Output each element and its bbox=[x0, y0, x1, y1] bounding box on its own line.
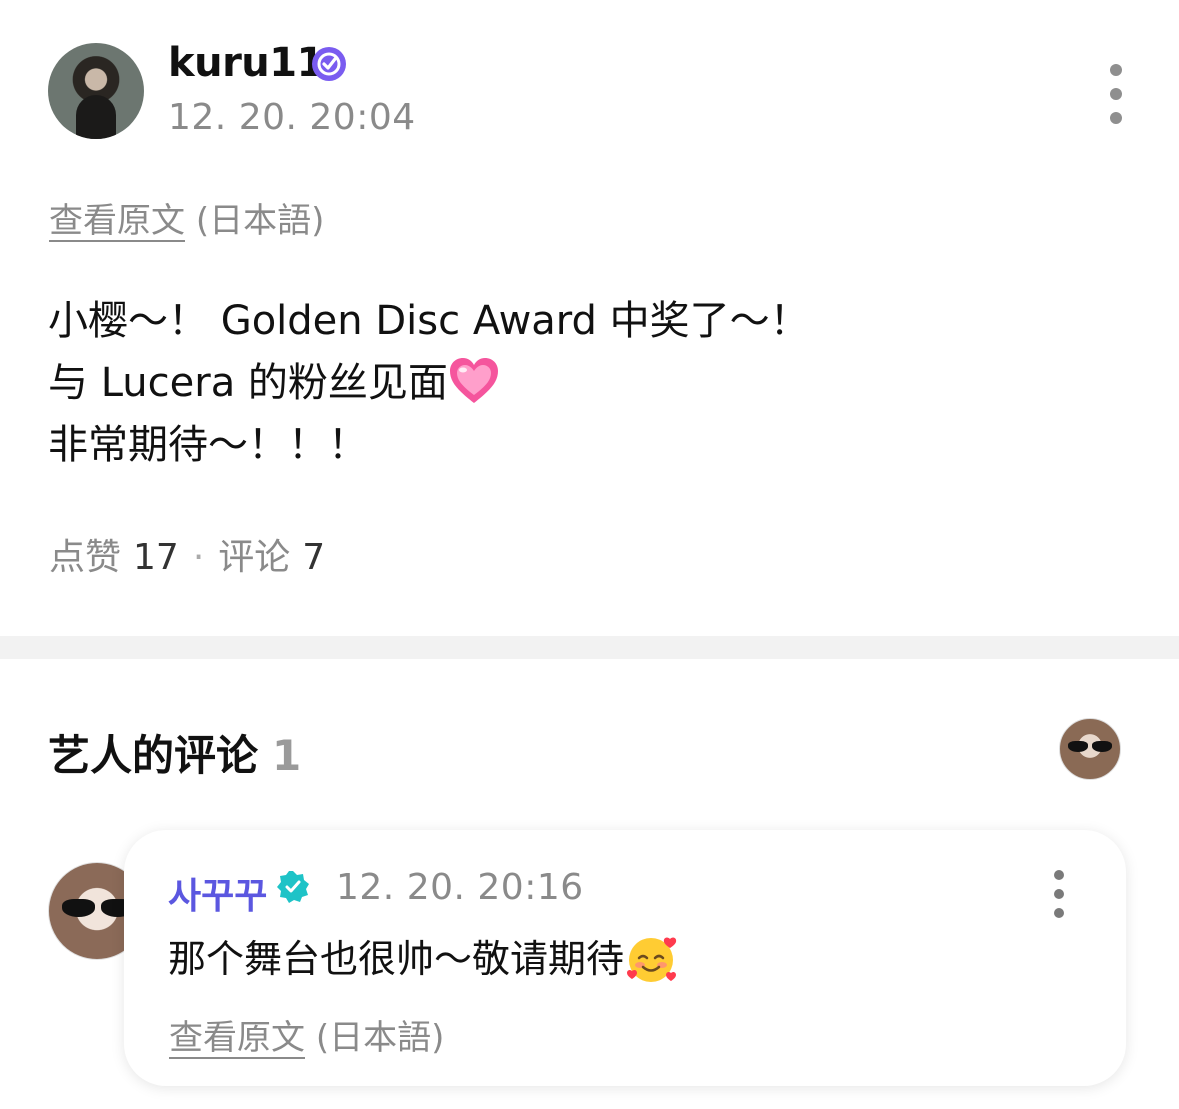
post-line-1: 小樱～！ Golden Disc Award 中奖了～！ bbox=[48, 298, 810, 344]
comment-author-name[interactable]: 사꾸꾸 bbox=[168, 867, 267, 919]
artist-verified-icon bbox=[277, 871, 309, 903]
stats-separator: · bbox=[192, 537, 205, 578]
likes-label[interactable]: 点赞 bbox=[49, 537, 121, 578]
more-options-icon[interactable] bbox=[1109, 64, 1123, 124]
comment-text: 那个舞台也很帅～敬请期待 bbox=[168, 928, 678, 989]
comment-view-original: 查看原文 (日本語) bbox=[169, 1010, 444, 1059]
post-timestamp: 12. 20. 20:04 bbox=[168, 97, 416, 138]
comments-count: 7 bbox=[302, 537, 326, 578]
post-stats: 点赞 17 · 评论 7 bbox=[49, 528, 325, 580]
view-original-link[interactable]: 查看原文 bbox=[49, 201, 185, 241]
comment-timestamp: 12. 20. 20:16 bbox=[336, 867, 584, 908]
comment-original-language: (日本語) bbox=[315, 1018, 445, 1058]
artist-comments-title: 艺人的评论 bbox=[48, 731, 259, 780]
pink-heart-emoji-icon bbox=[449, 358, 498, 403]
post-card: kuru11 12. 20. 20:04 查看原文 (日本語) 小樱～！ Gol… bbox=[0, 0, 1179, 636]
likes-count: 17 bbox=[133, 537, 179, 578]
author-avatar[interactable] bbox=[48, 43, 144, 139]
post-line-2: 与 Lucera 的粉丝见面 bbox=[48, 352, 810, 414]
verified-badge-icon bbox=[312, 47, 346, 81]
section-divider bbox=[0, 636, 1179, 659]
post-line-3: 非常期待～！！！ bbox=[48, 422, 368, 468]
post-body: 小樱～！ Golden Disc Award 中奖了～！ 与 Lucera 的粉… bbox=[48, 290, 810, 476]
artist-comments-count: 1 bbox=[272, 731, 302, 780]
smiling-face-with-hearts-emoji-icon bbox=[627, 937, 677, 982]
artist-avatar-thumbnail[interactable] bbox=[1059, 718, 1121, 780]
comment-text-content: 那个舞台也很帅～敬请期待 bbox=[168, 937, 625, 981]
view-original-translation: 查看原文 (日本語) bbox=[49, 193, 324, 242]
artist-comments-heading: 艺人的评论 1 bbox=[48, 722, 301, 783]
comment-view-original-link[interactable]: 查看原文 bbox=[169, 1018, 305, 1058]
comment-more-options-icon[interactable] bbox=[1052, 870, 1066, 918]
post-line-2-text: 与 Lucera 的粉丝见面 bbox=[48, 360, 448, 406]
comments-label[interactable]: 评论 bbox=[218, 537, 290, 578]
author-username[interactable]: kuru11 bbox=[168, 40, 324, 86]
original-language-label: (日本語) bbox=[195, 201, 325, 241]
